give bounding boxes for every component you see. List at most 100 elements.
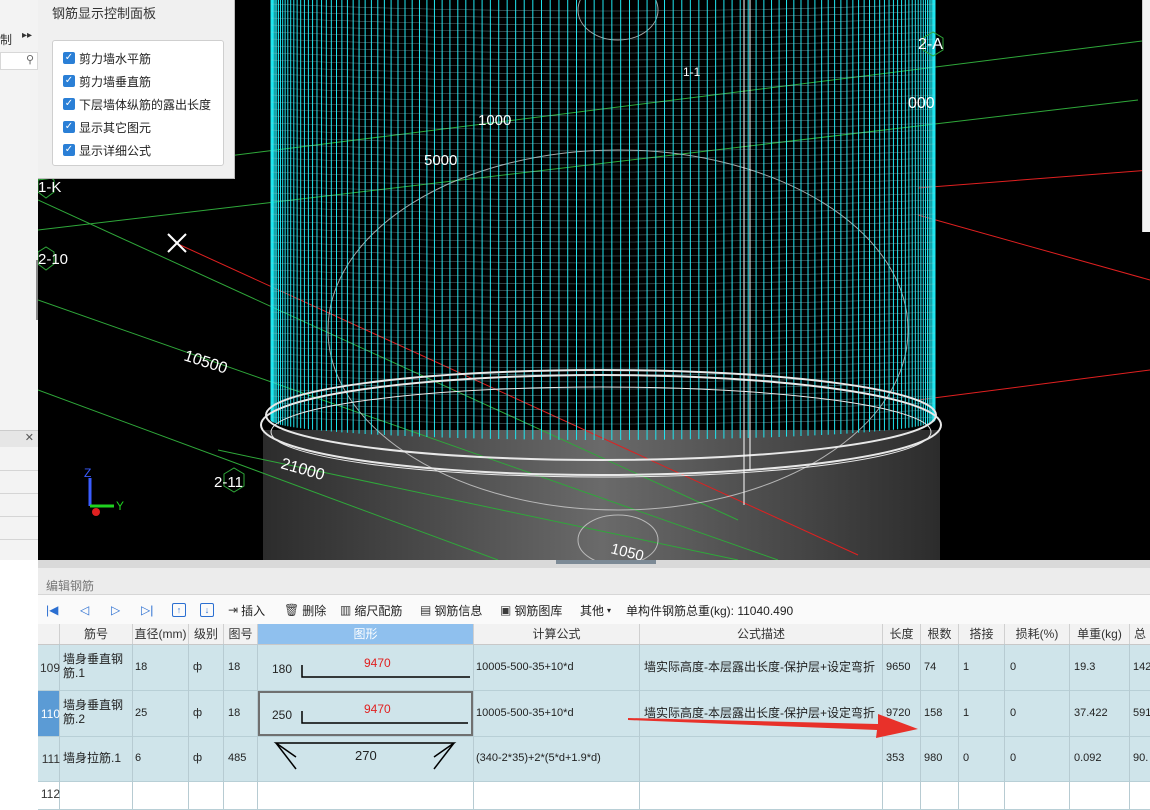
column-header[interactable]: 损耗(%) bbox=[1005, 624, 1070, 645]
triad-y-label: Y bbox=[116, 499, 124, 513]
rebar-shape[interactable]: 270 bbox=[258, 737, 473, 781]
option-vertical-rebar[interactable]: ✓ 剪力墙垂直筋 bbox=[63, 72, 151, 90]
column-header[interactable]: 单重(kg) bbox=[1070, 624, 1130, 645]
loss-cell[interactable]: 0 bbox=[1010, 751, 1016, 765]
arrow-up-icon: ↑ bbox=[172, 603, 186, 617]
dimension-label: 10500 bbox=[182, 348, 230, 378]
figure-no-cell[interactable]: 485 bbox=[228, 751, 246, 765]
row-number: 110 bbox=[40, 707, 60, 721]
move-up-button[interactable]: ↑ bbox=[172, 600, 186, 620]
row-number: 109 bbox=[39, 661, 60, 675]
lap-cell[interactable]: 0 bbox=[963, 751, 969, 765]
column-header[interactable]: 计算公式 bbox=[474, 624, 640, 645]
column-header[interactable]: 图号 bbox=[224, 624, 258, 645]
option-show-detailed-formula[interactable]: ✓ 显示详细公式 bbox=[63, 141, 151, 159]
formula-cell[interactable]: 10005-500-35+10*d bbox=[476, 706, 574, 720]
other-dropdown[interactable]: 其他 ▾ bbox=[580, 600, 611, 620]
insert-button[interactable]: ⇥ 插入 bbox=[228, 600, 265, 620]
option-horizontal-rebar[interactable]: ✓ 剪力墙水平筋 bbox=[63, 49, 151, 67]
column-header[interactable]: 根数 bbox=[921, 624, 959, 645]
checkbox-checked-icon[interactable]: ✓ bbox=[63, 121, 75, 133]
diameter-cell[interactable]: 18 bbox=[135, 660, 147, 674]
rebar-name[interactable]: 墙身垂直钢筋.2 bbox=[63, 698, 129, 726]
search-icon[interactable]: ⚲ bbox=[26, 53, 34, 66]
column-header[interactable]: 公式描述 bbox=[640, 624, 883, 645]
left-panel: 制 ▸▸ ⚲ ✕ bbox=[0, 0, 39, 560]
small-label: 1-1 bbox=[683, 65, 701, 79]
move-down-button[interactable]: ↓ bbox=[200, 600, 214, 620]
checkbox-checked-icon[interactable]: ✓ bbox=[63, 75, 75, 87]
unit-weight-cell[interactable]: 37.422 bbox=[1074, 706, 1108, 720]
description-cell[interactable]: 墙实际高度-本层露出长度-保护层+设定弯折 bbox=[644, 660, 875, 674]
double-chevron-right-icon[interactable]: ▸▸ bbox=[22, 30, 32, 41]
column-header[interactable]: 搭接 bbox=[959, 624, 1005, 645]
last-record-button[interactable]: ▷| bbox=[141, 600, 153, 620]
delete-button[interactable]: 🗑 删除 bbox=[284, 600, 326, 620]
vertical-rebar bbox=[270, 0, 936, 440]
column-header[interactable]: 总 bbox=[1130, 624, 1150, 645]
rebar-info-button[interactable]: ▤ 钢筋信息 bbox=[420, 600, 482, 620]
base-cylinder bbox=[263, 430, 940, 560]
table-row[interactable] bbox=[38, 645, 1150, 691]
prev-record-button[interactable]: ◁ bbox=[80, 600, 89, 620]
count-cell[interactable]: 980 bbox=[924, 751, 942, 765]
loss-cell[interactable]: 0 bbox=[1010, 706, 1016, 720]
count-cell[interactable]: 74 bbox=[924, 660, 936, 674]
column-header[interactable]: 筋号 bbox=[60, 624, 133, 645]
cursor-cross-icon bbox=[167, 233, 187, 253]
rebar-name[interactable]: 墙身垂直钢筋.1 bbox=[63, 652, 129, 680]
grade-cell[interactable]: ф bbox=[193, 751, 202, 765]
total-cell[interactable]: 90. bbox=[1133, 751, 1148, 765]
row-number: 111 bbox=[41, 752, 60, 766]
option-lower-wall-exposed-length[interactable]: ✓ 下层墙体纵筋的露出长度 bbox=[63, 95, 211, 113]
left-tab-label[interactable]: 制 bbox=[0, 31, 12, 48]
shape-main-length: 9470 bbox=[364, 656, 391, 670]
splitter-grip[interactable] bbox=[556, 560, 656, 564]
wall-rings bbox=[260, 369, 942, 478]
ruler-icon: ▥ bbox=[340, 603, 352, 617]
option-show-other-elements[interactable]: ✓ 显示其它图元 bbox=[63, 118, 151, 136]
grade-cell[interactable]: ф bbox=[193, 660, 202, 674]
rebar-name[interactable]: 墙身拉筋.1 bbox=[63, 751, 121, 765]
checkbox-checked-icon[interactable]: ✓ bbox=[63, 144, 75, 156]
column-header[interactable]: 长度 bbox=[883, 624, 921, 645]
checkbox-checked-icon[interactable]: ✓ bbox=[63, 52, 75, 64]
lap-cell[interactable]: 1 bbox=[963, 660, 969, 674]
column-header-selected[interactable]: 图形 bbox=[258, 624, 474, 645]
splitter[interactable] bbox=[38, 560, 1150, 568]
table-row-empty[interactable] bbox=[38, 782, 1150, 810]
total-cell[interactable]: 591 bbox=[1133, 706, 1150, 720]
option-label: 剪力墙水平筋 bbox=[79, 51, 152, 66]
total-weight-label: 单构件钢筋总重(kg): 11040.490 bbox=[626, 603, 794, 618]
figure-no-cell[interactable]: 18 bbox=[228, 706, 240, 720]
formula-cell[interactable]: (340-2*35)+2*(5*d+1.9*d) bbox=[476, 751, 601, 765]
unit-weight-cell[interactable]: 19.3 bbox=[1074, 660, 1095, 674]
length-cell[interactable]: 353 bbox=[886, 751, 904, 765]
table-row-selected[interactable] bbox=[38, 691, 1150, 737]
length-cell[interactable]: 9650 bbox=[886, 660, 910, 674]
lap-cell[interactable]: 1 bbox=[963, 706, 969, 720]
total-cell[interactable]: 142 bbox=[1133, 660, 1150, 674]
first-record-button[interactable]: |◀ bbox=[46, 600, 58, 620]
count-cell[interactable]: 158 bbox=[924, 706, 942, 720]
checkbox-checked-icon[interactable]: ✓ bbox=[63, 98, 75, 110]
scale-rebar-button[interactable]: ▥ 缩尺配筋 bbox=[340, 600, 402, 620]
close-icon[interactable]: ✕ bbox=[25, 431, 34, 444]
unit-weight-cell[interactable]: 0.092 bbox=[1074, 751, 1102, 765]
grade-cell[interactable]: ф bbox=[193, 706, 202, 720]
diameter-cell[interactable]: 25 bbox=[135, 706, 147, 720]
diameter-cell[interactable]: 6 bbox=[135, 751, 141, 765]
options-box: ✓ 剪力墙水平筋 ✓ 剪力墙垂直筋 ✓ 下层墙体纵筋的露出长度 ✓ 显示其它图元… bbox=[52, 40, 224, 166]
figure-no-cell[interactable]: 18 bbox=[228, 660, 240, 674]
search-input[interactable]: ⚲ bbox=[0, 52, 38, 70]
formula-cell[interactable]: 10005-500-35+10*d bbox=[476, 660, 574, 674]
rebar-library-button[interactable]: ▣ 钢筋图库 bbox=[500, 600, 562, 620]
rebar-shape[interactable]: 180 9470 bbox=[258, 645, 473, 690]
column-header[interactable]: 直径(mm) bbox=[133, 624, 189, 645]
next-record-button[interactable]: ▷ bbox=[111, 600, 120, 620]
rebar-shape-selected[interactable]: 250 9470 bbox=[258, 691, 473, 736]
loss-cell[interactable]: 0 bbox=[1010, 660, 1016, 674]
shape-length: 270 bbox=[355, 749, 377, 763]
column-header[interactable]: 级别 bbox=[189, 624, 224, 645]
next-icon: ▷ bbox=[111, 603, 121, 617]
